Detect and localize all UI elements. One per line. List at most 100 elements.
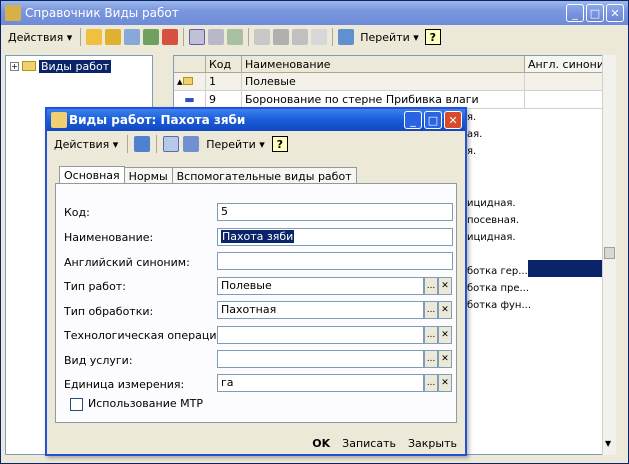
help-button[interactable]: ? <box>424 29 441 45</box>
edit-icon[interactable] <box>143 29 160 45</box>
edit-dialog: Виды работ: Пахота зяби _ □ ✕ Действия ▾… <box>45 107 467 456</box>
english-field[interactable] <box>217 252 453 270</box>
grid-fragment: я. <box>467 146 477 157</box>
grid-fragment: ботка фун... <box>467 300 531 311</box>
minimize-button[interactable]: _ <box>566 4 584 22</box>
dialog-close-button[interactable]: ✕ <box>444 111 462 129</box>
techop-label: Технологическая операция: <box>64 329 227 342</box>
go-back-icon[interactable] <box>134 136 151 152</box>
toolbar-separator <box>156 135 158 153</box>
dialog-titlebar[interactable]: Виды работ: Пахота зяби _ □ ✕ <box>47 109 465 131</box>
mtr-checkbox[interactable] <box>70 398 83 411</box>
add-icon[interactable] <box>86 29 103 45</box>
main-toolbar: Действия ▾ Перейти ▾ ? <box>3 26 626 48</box>
maximize-button[interactable]: □ <box>586 4 604 22</box>
ok-button[interactable]: OK <box>312 437 330 450</box>
service-clear-button[interactable]: ✕ <box>438 350 452 368</box>
dialog-minimize-button[interactable]: _ <box>404 111 422 129</box>
dialog-icon <box>51 112 67 128</box>
goto-icon[interactable] <box>338 29 355 45</box>
toolbar-separator <box>80 28 82 46</box>
add-group-icon[interactable] <box>105 29 122 45</box>
filter-list-icon[interactable] <box>292 29 309 45</box>
selected-cell[interactable] <box>528 260 602 277</box>
techop-field[interactable] <box>217 326 424 344</box>
grid-fragment: ая. <box>467 129 483 140</box>
toolbar-separator <box>332 28 334 46</box>
english-label: Английский синоним: <box>64 256 190 269</box>
grid-header-name[interactable]: Наименование <box>242 56 525 72</box>
refresh-icon[interactable] <box>183 136 200 152</box>
item-icon: ▬ <box>174 91 206 108</box>
scroll-down-icon[interactable]: ▼ <box>605 439 611 448</box>
row-name: Боронование по стерне Прибивка влаги <box>242 91 525 108</box>
refresh-icon[interactable] <box>227 29 244 45</box>
worktype-field[interactable]: Полевые <box>217 277 424 295</box>
close-dialog-button[interactable]: Закрыть <box>408 437 457 450</box>
close-button[interactable]: ✕ <box>606 4 624 22</box>
service-label: Вид услуги: <box>64 354 133 367</box>
grid-header-english[interactable]: Англ. синоним <box>525 56 605 72</box>
row-code: 9 <box>206 91 242 108</box>
delete-icon[interactable] <box>162 29 179 45</box>
processing-field[interactable]: Пахотная <box>217 301 424 319</box>
row-code: 1 <box>206 73 242 90</box>
techop-clear-button[interactable]: ✕ <box>438 326 452 344</box>
main-title: Справочник Виды работ <box>25 6 179 20</box>
name-field[interactable]: Пахота зяби <box>217 228 453 246</box>
code-label: Код: <box>64 206 90 219</box>
worktype-clear-button[interactable]: ✕ <box>438 277 452 295</box>
grid-fragment: ботка пре... <box>467 283 530 294</box>
grid-header-icon[interactable] <box>174 56 206 72</box>
dialog-maximize-button[interactable]: □ <box>424 111 442 129</box>
scroll-thumb[interactable] <box>604 247 615 259</box>
dialog-goto-menu[interactable]: Перейти ▾ <box>203 134 268 154</box>
main-titlebar[interactable]: Справочник Виды работ _ □ ✕ <box>1 1 628 25</box>
filter-icon[interactable] <box>254 29 271 45</box>
grid-fragment: ицидная. <box>467 232 516 243</box>
techop-select-button[interactable]: ... <box>424 326 438 344</box>
write-button[interactable]: Записать <box>342 437 396 450</box>
tree-root[interactable]: + Виды работ <box>10 59 112 73</box>
processing-clear-button[interactable]: ✕ <box>438 301 452 319</box>
grid-fragment: посевная. <box>467 215 520 226</box>
grid-fragment: ицидная. <box>467 198 516 209</box>
toolbar-separator <box>248 28 250 46</box>
actions-menu[interactable]: Действия ▾ <box>5 27 75 47</box>
filter-clear-icon[interactable] <box>311 29 328 45</box>
hierarchy-icon[interactable] <box>189 29 206 45</box>
grid-fragment: я. <box>467 112 477 123</box>
goto-menu[interactable]: Перейти ▾ <box>357 27 422 47</box>
row-english <box>525 73 605 90</box>
filter-set-icon[interactable] <box>273 29 290 45</box>
name-label: Наименование: <box>64 231 154 244</box>
unit-select-button[interactable]: ... <box>424 374 438 392</box>
service-field[interactable] <box>217 350 424 368</box>
unit-label: Единица измерения: <box>64 378 185 391</box>
expand-icon[interactable]: + <box>10 61 19 71</box>
unit-clear-button[interactable]: ✕ <box>438 374 452 392</box>
dialog-actions-menu[interactable]: Действия ▾ <box>51 134 121 154</box>
processing-select-button[interactable]: ... <box>424 301 438 319</box>
folder-icon <box>22 61 36 71</box>
main-tab-panel: Код: 5 Наименование: Пахота зяби Английс… <box>55 183 457 423</box>
table-row[interactable]: ▴ 1 Полевые <box>174 73 615 91</box>
code-field[interactable]: 5 <box>217 203 453 221</box>
copy-icon[interactable] <box>124 29 141 45</box>
dialog-title: Виды работ: Пахота зяби <box>69 113 246 127</box>
worktype-label: Тип работ: <box>64 280 126 293</box>
dialog-help-button[interactable]: ? <box>271 136 288 152</box>
app-icon <box>5 5 21 21</box>
dialog-footer: OK Записать Закрыть <box>47 432 465 454</box>
grid-header: Код Наименование Англ. синоним <box>174 56 615 73</box>
level-icon[interactable] <box>208 29 225 45</box>
folder-icon: ▴ <box>174 73 206 90</box>
name-value: Пахота зяби <box>221 230 295 243</box>
history-icon[interactable] <box>163 136 180 152</box>
processing-label: Тип обработки: <box>64 305 154 318</box>
unit-field[interactable]: га <box>217 374 424 392</box>
worktype-select-button[interactable]: ... <box>424 277 438 295</box>
grid-scrollbar[interactable]: ▼ <box>602 55 616 455</box>
service-select-button[interactable]: ... <box>424 350 438 368</box>
grid-header-code[interactable]: Код <box>206 56 242 72</box>
